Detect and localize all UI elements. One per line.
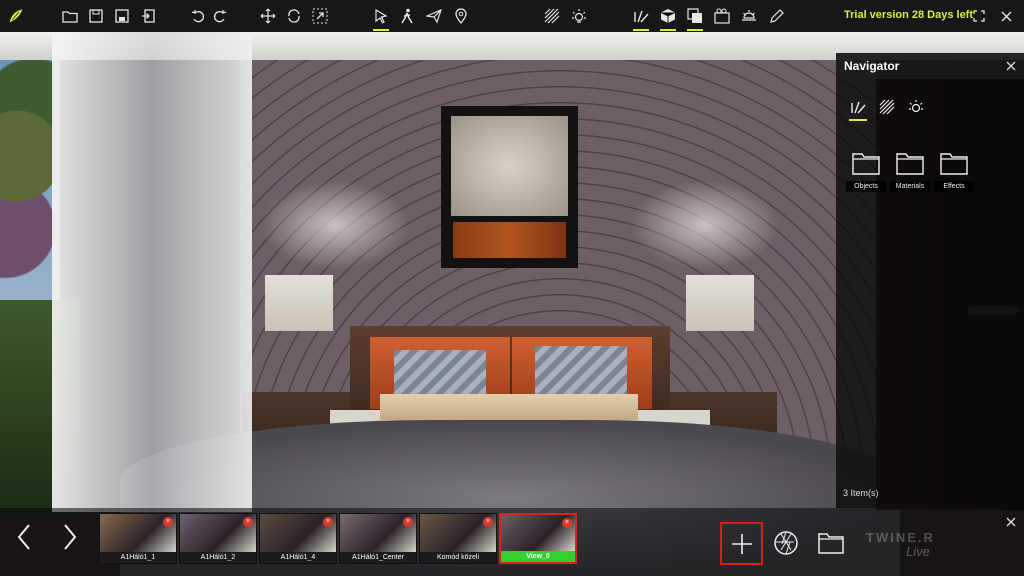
edit-icon[interactable] [767,6,787,26]
import-icon[interactable] [138,6,158,26]
delete-view-icon[interactable]: × [562,518,572,528]
delete-view-icon[interactable]: × [483,517,493,527]
fullscreen-icon[interactable] [969,6,989,26]
move-icon[interactable] [258,6,278,26]
folder-materials[interactable]: Materials [890,151,930,192]
save-as-icon[interactable] [112,6,132,26]
navigator-panel: Navigator Objects Materials Effects 3 It… [836,53,1024,508]
walk-icon[interactable] [397,6,417,26]
bolster-pillow [380,394,638,420]
navigator-close-icon[interactable] [1006,58,1016,74]
navigator-tabs [848,97,926,121]
brush-icon[interactable] [631,6,651,31]
item-count: 3 Item(s) [843,488,879,498]
camera-icon[interactable] [712,6,732,26]
view-label: A1Háló1_1 [100,552,176,563]
view-label: A1Háló1_Center [340,552,416,563]
navigator-header: Navigator [836,53,1024,79]
pillow-pattern-right [535,346,627,398]
view-strip-close-icon[interactable] [1006,516,1016,530]
save-icon[interactable] [86,6,106,26]
folder-icon [940,153,968,175]
folder-objects[interactable]: Objects [846,151,886,192]
location-icon[interactable] [451,6,471,26]
rotate-icon[interactable] [284,6,304,26]
object-icon[interactable] [658,6,678,31]
view-thumbnail[interactable]: × A1Háló1_Center [339,513,417,564]
outdoor-tree [0,60,55,300]
navigator-material-tab-icon[interactable] [877,97,897,117]
light-icon[interactable] [569,6,589,26]
view-thumbnail-list: × A1Háló1_1 × A1Háló1_2 × A1Háló1_4 × A1Háló1_C… [99,513,577,564]
folder-label: Effects [934,181,974,192]
navigator-folder-list: Objects Materials Effects [846,151,974,192]
navigator-light-tab-icon[interactable] [906,97,926,117]
close-icon[interactable] [996,6,1016,26]
view-thumbnail[interactable]: × A1Háló1_1 [99,513,177,564]
view-thumbnail[interactable]: × A1Háló1_2 [179,513,257,564]
scale-icon[interactable] [310,6,330,26]
navigator-title: Navigator [844,59,900,73]
view-thumbnail[interactable]: × A1Háló1_4 [259,513,337,564]
add-view-button[interactable] [720,522,763,565]
next-arrow-icon[interactable] [62,523,78,556]
folder-icon [852,153,880,175]
library-icon[interactable] [685,6,705,31]
wall-painting [441,106,578,268]
undo-icon[interactable] [188,6,208,26]
view-label: View_0 [501,551,575,562]
lamp-right [686,275,754,331]
folder-icon [896,153,924,175]
view-thumbnail[interactable]: × View_0 [499,513,577,564]
delete-view-icon[interactable]: × [323,517,333,527]
view-label: A1Háló1_2 [180,552,256,563]
open-folder-icon[interactable] [60,6,80,26]
view-thumbnail[interactable]: × Komód közeli [419,513,497,564]
view-strip: × A1Háló1_1 × A1Háló1_2 × A1Háló1_4 × A1Háló1_C… [0,508,1024,576]
watermark-live: Live [906,544,930,559]
sun-icon[interactable] [739,6,759,26]
fly-icon[interactable] [424,6,444,26]
folder-label: Materials [890,181,930,192]
view-label: A1Háló1_4 [260,552,336,563]
wall-light-right [630,180,780,270]
delete-view-icon[interactable]: × [403,517,413,527]
delete-view-icon[interactable]: × [243,517,253,527]
render-shutter-icon[interactable] [773,530,799,556]
lamp-left [265,275,333,331]
select-icon[interactable] [371,6,391,31]
sheer-curtain [52,32,252,512]
folder-label: Objects [846,181,886,192]
top-toolbar: Trial version 28 Days left [0,0,1024,32]
logo-icon[interactable] [0,0,32,32]
trial-status-text: Trial version 28 Days left [844,9,974,21]
views-folder-icon[interactable] [818,532,844,554]
plus-icon [731,533,752,554]
material-icon[interactable] [542,6,562,26]
folder-effects[interactable]: Effects [934,151,974,192]
view-label: Komód közeli [420,552,496,563]
navigator-brush-tab-icon[interactable] [848,97,868,121]
delete-view-icon[interactable]: × [163,517,173,527]
redo-icon[interactable] [210,6,230,26]
watermark-brand: TWINE.R [866,530,935,545]
wall-light-left [260,180,410,270]
previous-arrow-icon[interactable] [16,523,32,556]
